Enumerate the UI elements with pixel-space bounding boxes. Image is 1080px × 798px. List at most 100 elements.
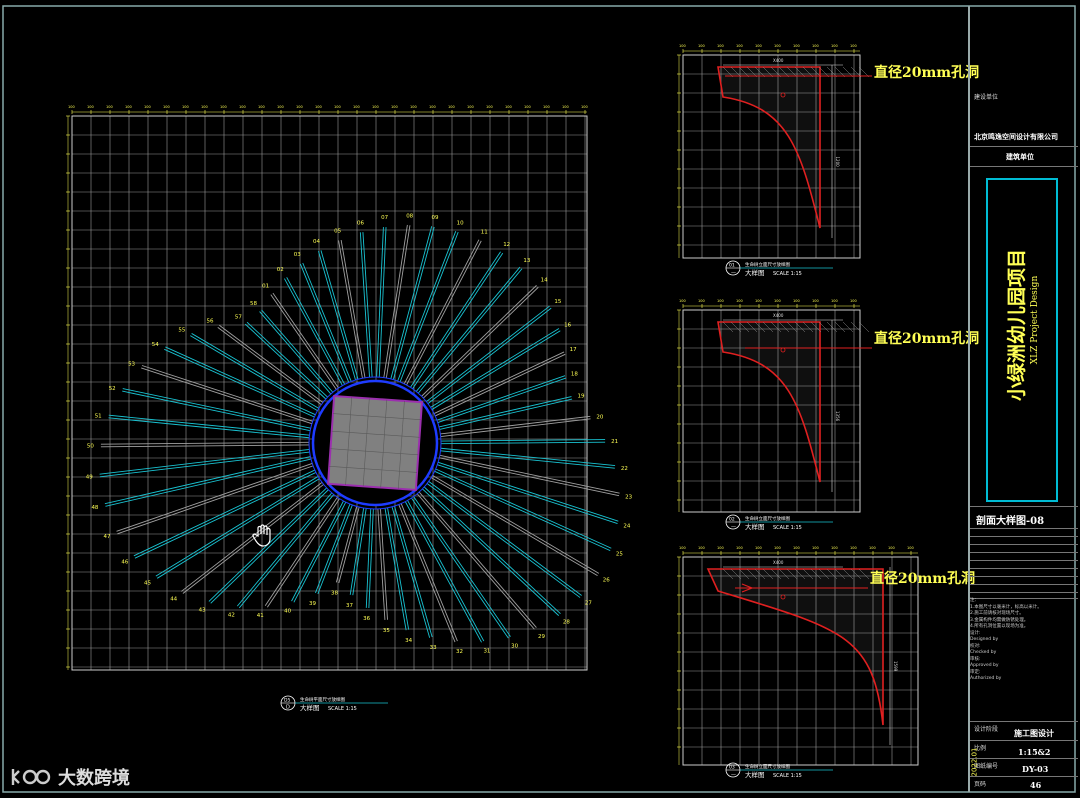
hatch-region (717, 321, 870, 483)
view-scale: SCALE 1:15 (773, 271, 802, 277)
spoke-number: 58 (250, 301, 257, 307)
revision-row (970, 544, 1078, 545)
ruler-label: 100 (869, 546, 876, 550)
view-sub: — (731, 270, 736, 276)
spoke-number: 36 (363, 616, 370, 622)
spoke-number: 38 (331, 590, 338, 596)
ruler-label: 100 (258, 105, 265, 109)
spoke-number: 30 (511, 644, 518, 650)
radial-spoke (362, 232, 373, 378)
ruler-label: 100 (812, 546, 819, 550)
ruler-label: 100 (812, 299, 819, 303)
view-sub: — (731, 772, 736, 778)
watermark: 大数跨境 (10, 764, 130, 790)
spoke-number: 13 (523, 258, 530, 264)
note-line: Authorized by (970, 676, 1002, 681)
view-scale: SCALE 1:15 (773, 525, 802, 531)
radial-spoke (133, 469, 315, 557)
spoke-number: 39 (309, 601, 316, 607)
spoke-number: 50 (87, 444, 94, 450)
radial-spoke (440, 415, 591, 435)
ruler-label: 100 (698, 299, 705, 303)
view-id: 02 (729, 517, 735, 523)
radial-spoke (428, 481, 582, 596)
radial-spoke (426, 483, 581, 598)
ruler-label: 100 (831, 44, 838, 48)
watermark-text: 大数跨境 (58, 768, 130, 789)
view-desc: 生命树立面尺寸放样图 (745, 261, 790, 268)
spoke-number: 31 (483, 648, 490, 654)
ruler-label: 100 (144, 105, 151, 109)
ruler-label: 100 (812, 44, 819, 48)
ruler-label: 100 (698, 546, 705, 550)
spoke-number: 12 (503, 242, 510, 248)
radial-spoke (440, 450, 615, 469)
dim-height: 1599 (893, 661, 898, 672)
view-scale: SCALE 1:15 (773, 773, 802, 779)
spoke-number: 27 (585, 601, 592, 607)
center-square (326, 394, 424, 492)
ruler-label: 100 (774, 299, 781, 303)
ruler-label: 100 (755, 299, 762, 303)
ruler-label: 100 (850, 44, 857, 48)
ruler-label: 100 (182, 105, 189, 109)
spoke-number: 04 (313, 239, 320, 245)
hatch-region (717, 66, 870, 229)
ruler-label: 100 (448, 105, 455, 109)
view-desc: 生命树立面尺寸放样图 (745, 763, 790, 770)
spoke-number: 09 (432, 215, 439, 221)
radial-spoke (439, 398, 573, 430)
radial-spoke (272, 292, 339, 389)
ruler-label: 100 (201, 105, 208, 109)
radial-spoke (385, 225, 411, 379)
view-label-1: 01— 生命树立面尺寸放样图大样图 SCALE 1:15 (725, 260, 833, 277)
radial-spoke (412, 252, 504, 390)
spoke-number: 01 (262, 284, 269, 290)
ruler-label: 100 (410, 105, 417, 109)
spoke-number: 41 (257, 613, 264, 619)
view-title: 大样图 (745, 770, 765, 779)
spoke-number: 20 (596, 414, 603, 420)
spoke-number: 32 (456, 649, 463, 655)
radial-spoke (261, 309, 334, 393)
spoke-number: 47 (104, 534, 111, 540)
ruler-label: 100 (296, 105, 303, 109)
ruler-label: 100 (755, 546, 762, 550)
spoke-number: 14 (541, 277, 548, 283)
spoke-number: 15 (554, 299, 561, 305)
spoke-number: 05 (334, 228, 341, 234)
ruler-label: 100 (736, 44, 743, 48)
spoke-number: 33 (430, 645, 437, 651)
watermark-logo-icon (11, 769, 51, 785)
ruler-label: 100 (679, 44, 686, 48)
spoke-number: 40 (284, 609, 291, 615)
cad-drawing-canvas[interactable]: 100 100 100 100 100 100 100 100 100 100 100 100 100 1… (0, 0, 1080, 798)
spoke-number: 23 (625, 494, 632, 500)
ruler-label: 100 (774, 44, 781, 48)
radial-spoke (387, 507, 410, 630)
spoke-number: 26 (603, 578, 610, 584)
spoke-number: 08 (406, 213, 413, 219)
radial-spoke (368, 508, 374, 609)
ruler-label: 100 (679, 546, 686, 550)
radial-spoke (104, 456, 311, 505)
ruler-label: 100 (774, 546, 781, 550)
spoke-number: 06 (357, 220, 364, 226)
radial-spoke (244, 323, 327, 400)
dim-width: X400 (773, 313, 784, 318)
ruler-label: 100 (755, 44, 762, 48)
ruler-label: 100 (87, 105, 94, 109)
company-label: 建设单位 (974, 94, 999, 101)
revision-row (970, 560, 1078, 561)
view-id: D5 (284, 698, 290, 704)
spoke-number: 56 (207, 318, 214, 324)
spoke-number: 48 (91, 505, 98, 511)
ruler-label: 100 (68, 105, 75, 109)
radial-spoke (421, 285, 537, 397)
main-radial-plan: 100 100 100 100 100 100 100 100 100 100 100 100 100 1… (66, 105, 633, 712)
pan-hand-cursor-icon (252, 524, 271, 547)
spoke-number: 24 (623, 523, 630, 529)
drawing-no-value: DY-03 (1022, 764, 1049, 774)
view-label-main: D5D 生命树平面尺寸放样图大样图 SCALE 1:15 (280, 695, 388, 712)
ruler-label: 100 (505, 105, 512, 109)
